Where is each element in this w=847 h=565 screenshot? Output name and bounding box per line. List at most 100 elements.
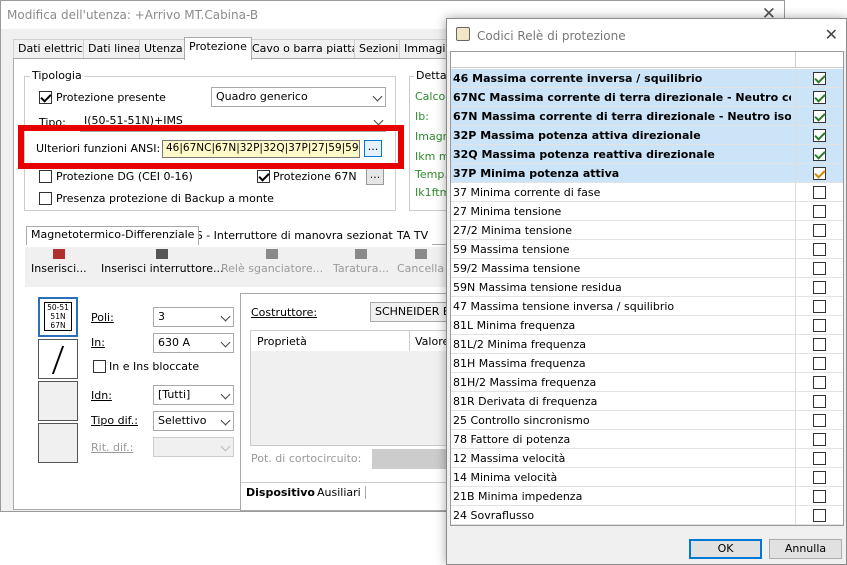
list-item-checkbox[interactable] [813,509,826,522]
cancella-button[interactable]: Cancella [397,249,444,275]
list-item-checkbox[interactable] [813,338,826,351]
list-item[interactable]: 81H/2 Massima frequenza [451,373,843,392]
list-item-checkbox[interactable] [813,376,826,389]
list-item[interactable]: 67N Massima corrente di terra direzional… [451,107,843,126]
list-item[interactable]: 78 Fattore di potenza [451,430,843,449]
backup-checkbox[interactable] [39,192,52,205]
list-item[interactable]: 59/2 Massima tensione [451,259,843,278]
device-code: 50-51 [47,303,69,312]
list-item-checkbox[interactable] [813,148,826,161]
device-empty-tile[interactable] [38,423,78,463]
list-item[interactable]: 67NC Massima corrente di terra direziona… [451,88,843,107]
list-item-checkbox[interactable] [813,433,826,446]
delete-icon [414,249,427,259]
rele-button[interactable]: Relè sganciatore... [221,249,323,275]
list-item-checkbox[interactable] [813,186,826,199]
list-item[interactable]: 12 Massima velocità [451,449,843,468]
list-item[interactable]: 81R Derivata di frequenza [451,392,843,411]
in-select[interactable]: 630 A [153,333,234,353]
device-switch-tile[interactable] [38,339,78,379]
list-item-checkbox[interactable] [813,357,826,370]
list-item-checkbox[interactable] [813,319,826,332]
list-item[interactable]: 27/2 Minima tensione [451,221,843,240]
list-item[interactable]: 81L Minima frequenza [451,316,843,335]
list-item[interactable]: 27 Minima tensione [451,202,843,221]
device-code: 67N [50,321,66,330]
list-item-checkbox[interactable] [813,452,826,465]
list-item-checkbox[interactable] [813,300,826,313]
list-item[interactable]: 32Q Massima potenza reattiva direzionale [451,145,843,164]
list-item-checkbox[interactable] [813,167,826,180]
costruttore-label: Costruttore: [251,306,318,319]
taratura-button[interactable]: Taratura... [333,249,389,275]
list-item[interactable]: 37P Minima potenza attiva [451,164,843,183]
list-item-checkbox[interactable] [813,91,826,104]
list-item[interactable]: 14 Minima velocità [451,468,843,487]
list-item[interactable]: 81H Massima frequenza [451,354,843,373]
tipodif-select[interactable]: Selettivo [153,411,234,431]
column-divider [795,335,796,354]
tab-ausiliari[interactable]: Ausiliari [317,486,366,499]
list-item[interactable]: 32P Massima potenza attiva direzionale [451,126,843,145]
list-item-checkbox[interactable] [813,281,826,294]
tipodif-label: Tipo dif.: [91,414,138,427]
pot-field[interactable] [372,449,452,469]
list-item-checkbox[interactable] [813,110,826,123]
p67n-browse-button[interactable]: ... [366,168,384,185]
tipologia-label: Tipologia [30,69,84,82]
list-item[interactable]: 21B Minima impedenza [451,487,843,506]
list-item-checkbox[interactable] [813,129,826,142]
list-item-checkbox[interactable] [813,395,826,408]
list-item[interactable]: 37 Minima corrente di fase [451,183,843,202]
list-item-checkbox[interactable] [813,490,826,503]
list-item-checkbox[interactable] [813,414,826,427]
column-divider [795,259,796,278]
sub-tabs: Magnetotermico-Differenziale IMS - Inter… [26,226,516,245]
inserisci-button[interactable]: Inserisci... [31,249,87,275]
tab-protezione[interactable]: Protezione [184,37,252,60]
inserisci-interruttore-button[interactable]: Inserisci interruttore... [101,249,223,275]
ritdif-select[interactable] [153,437,234,457]
list-item[interactable]: 59 Massima tensione [451,240,843,259]
cancel-button[interactable]: Annulla [769,539,842,559]
list-item-label: 14 Minima velocità [453,471,558,484]
tab-cavo[interactable]: Cavo o barra piatta [247,39,364,59]
quadro-select[interactable]: Quadro generico [211,87,386,107]
idn-select[interactable]: [Tutti] [153,385,234,405]
list-item-checkbox[interactable] [813,262,826,275]
list-item[interactable]: 81L/2 Minima frequenza [451,335,843,354]
device-relay-tile[interactable]: 50-51 51N 67N [38,297,78,337]
list-item-checkbox[interactable] [813,205,826,218]
tab-dati-linea[interactable]: Dati linea [83,39,146,59]
device-empty-tile[interactable] [38,381,78,421]
list-item[interactable]: 24 Sovraflusso [451,506,843,525]
list-item-checkbox[interactable] [813,224,826,237]
list-item-checkbox[interactable] [813,72,826,85]
device-code: 51N [50,312,66,321]
tab-utenza[interactable]: Utenza [139,39,188,59]
protezione-presente-checkbox[interactable] [39,91,52,104]
list-item-checkbox[interactable] [813,471,826,484]
bloccate-checkbox[interactable] [93,360,106,373]
list-item[interactable]: 25 Controllo sincronismo [451,411,843,430]
ok-button[interactable]: OK [689,539,762,559]
list-item-checkbox[interactable] [813,243,826,256]
tab-ta-tv[interactable]: TA TV [393,228,433,245]
chevron-down-icon [373,115,384,126]
tab-sezioni[interactable]: Sezioni [354,39,404,59]
list-item[interactable]: 59N Massima tensione residua [451,278,843,297]
close-icon[interactable]: ✕ [825,25,838,44]
poli-select[interactable]: 3 [153,307,234,327]
highlight-box [18,125,404,169]
list-item[interactable]: 46 Massima corrente inversa / squilibrio [451,69,843,88]
list-item[interactable]: 47 Massima tensione inversa / squilibrio [451,297,843,316]
tab-dispositivo[interactable]: Dispositivo [246,486,315,499]
protezione-67n-checkbox[interactable] [257,170,270,183]
tab-ims[interactable]: IMS - Interruttore di manovra sezionator… [179,228,415,245]
tab-magnetotermico[interactable]: Magnetotermico-Differenziale [26,226,200,245]
tab-dati-elettrici[interactable]: Dati elettrici [13,39,91,59]
protezione-dg-checkbox[interactable] [39,170,52,183]
list-item-label: 12 Massima velocità [453,452,566,465]
protezione-dg-label: Protezione DG (CEI 0-16) [56,170,193,183]
column-divider [795,373,796,392]
